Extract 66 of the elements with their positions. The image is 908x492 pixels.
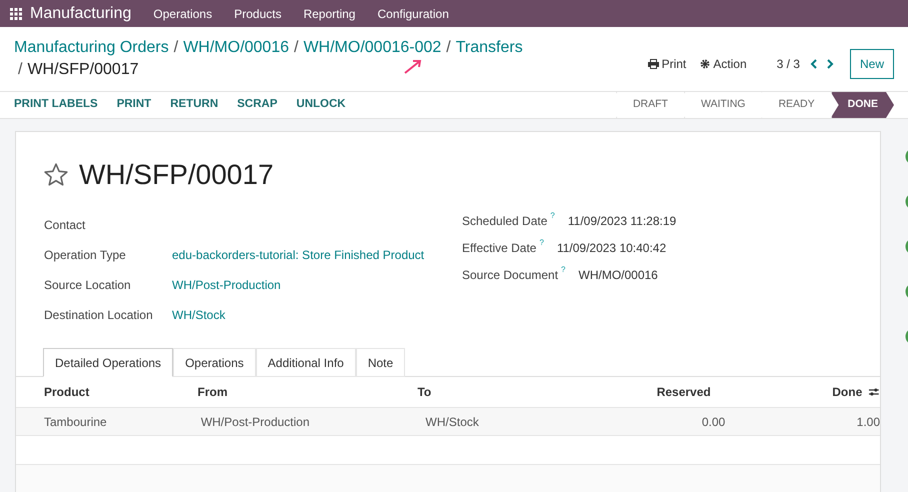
table-row[interactable]: Tambourine WH/Post-Production WH/Stock 0.00 1.00 <box>16 408 880 436</box>
breadcrumb-separator: / <box>172 38 180 58</box>
new-button[interactable]: New <box>850 49 894 79</box>
breadcrumb-link[interactable]: Manufacturing Orders <box>14 37 169 59</box>
help-tooltip-icon[interactable]: ? <box>561 265 566 274</box>
field-value: 11/09/2023 10:40:42 <box>556 240 666 256</box>
app-grid-icon[interactable] <box>10 8 22 20</box>
column-header[interactable]: To <box>417 383 574 401</box>
help-tooltip-icon[interactable]: ? <box>539 238 544 247</box>
pager-counter: 3 / 3 <box>776 56 800 73</box>
notebook-tab[interactable]: Note <box>356 348 406 377</box>
action-bar-button[interactable]: PRINT <box>116 96 152 114</box>
notebook-tab[interactable]: Additional Info <box>256 348 356 377</box>
field-link[interactable]: WH/Stock <box>172 306 226 324</box>
table-cell-text: WH/Stock <box>426 414 480 430</box>
field-label: Source Location <box>44 277 132 294</box>
action-bar-button[interactable]: UNLOCK <box>296 96 346 114</box>
breadcrumb-link[interactable]: Transfers <box>456 37 523 59</box>
help-tooltip-icon[interactable]: ? <box>550 211 555 220</box>
notebook-tab[interactable]: Detailed Operations <box>43 348 174 377</box>
breadcrumb-link[interactable]: WH/MO/00016-002 <box>303 37 442 59</box>
column-header[interactable]: Product <box>44 383 198 401</box>
breadcrumb-separator: / <box>445 38 452 58</box>
field-label: Destination Location <box>44 307 154 324</box>
table-cell-text: WH/Post-Production <box>200 414 311 430</box>
nav-menu-item[interactable]: Products <box>234 4 282 22</box>
field-label: Effective Date <box>462 240 536 256</box>
breadcrumb-current: WH/SFP/00017 <box>27 60 139 80</box>
field-label: Operation Type <box>44 247 127 264</box>
status-stage[interactable]: DONE <box>830 92 894 118</box>
column-header[interactable]: Done <box>710 383 862 401</box>
table-cell-text: 1.00 <box>856 414 880 430</box>
breadcrumb-link[interactable]: WH/MO/00016 <box>183 37 289 59</box>
next-button[interactable] <box>826 59 834 69</box>
breadcrumb-separator: / <box>293 38 300 58</box>
column-header[interactable]: From <box>197 383 418 401</box>
field-value: WH/MO/00016 <box>578 266 658 284</box>
gear-icon <box>700 59 710 69</box>
field-link[interactable]: WH/Post-Production <box>172 276 281 294</box>
annotation-arrow-icon <box>403 57 423 75</box>
column-header[interactable]: Reserved <box>574 383 711 401</box>
nav-menu-item[interactable]: Reporting <box>303 4 356 22</box>
field-label: Contact <box>44 217 86 234</box>
notebook-tab[interactable]: Operations <box>173 348 256 377</box>
table-cell-text: Tambourine <box>44 414 108 430</box>
action-button[interactable]: Action <box>700 55 747 73</box>
record-title: WH/SFP/00017 <box>79 158 274 192</box>
breadcrumb-separator: / <box>18 60 24 80</box>
action-bar-button[interactable]: RETURN <box>170 96 218 114</box>
previous-button[interactable] <box>810 59 818 69</box>
nav-menu-item[interactable]: Configuration <box>377 4 449 22</box>
table-cell-text: 0.00 <box>700 414 726 430</box>
chevron-left-icon <box>810 59 818 69</box>
action-bar-button[interactable]: SCRAP <box>237 96 278 114</box>
star-icon[interactable] <box>43 162 69 188</box>
field-value: 11/09/2023 11:28:19 <box>568 212 676 230</box>
chevron-right-icon <box>826 59 834 69</box>
printer-icon <box>648 59 659 69</box>
column-settings-icon[interactable] <box>868 387 880 397</box>
app-name[interactable]: Manufacturing <box>30 2 132 26</box>
field-label: Scheduled Date <box>462 212 548 230</box>
print-button[interactable]: Print <box>648 55 686 73</box>
action-bar-button[interactable]: PRINT LABELS <box>14 96 98 114</box>
field-link[interactable]: edu-backorders-tutorial: Store Finished Product <box>172 246 424 264</box>
field-label: Source Document <box>462 266 558 284</box>
nav-menu-item[interactable]: Operations <box>153 4 212 22</box>
